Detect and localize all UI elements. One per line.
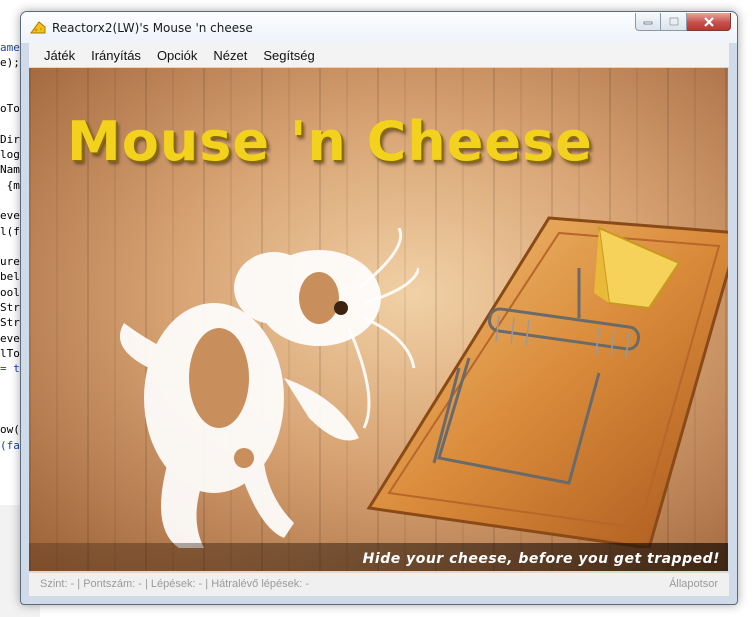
minimize-icon bbox=[643, 21, 653, 24]
menu-iranyitas[interactable]: Irányítás bbox=[83, 48, 149, 63]
tagline-banner: Hide your cheese, before you get trapped… bbox=[29, 543, 728, 571]
tagline-text: Hide your cheese, before you get trapped… bbox=[362, 551, 720, 567]
maximize-button[interactable] bbox=[661, 13, 687, 31]
game-canvas[interactable]: Mouse 'n Cheese Hide your cheese, before… bbox=[29, 68, 728, 571]
minimize-button[interactable] bbox=[635, 13, 661, 31]
app-window: Reactorx2(LW)'s Mouse 'n cheese Játék Ir… bbox=[20, 11, 738, 605]
menu-bar: Játék Irányítás Opciók Nézet Segítség bbox=[29, 43, 729, 68]
cheese-icon bbox=[30, 21, 46, 34]
status-bar: Szint: - | Pontszám: - | Lépések: - | Há… bbox=[29, 572, 729, 596]
menu-jatek[interactable]: Játék bbox=[36, 48, 83, 63]
title-bar[interactable]: Reactorx2(LW)'s Mouse 'n cheese bbox=[21, 12, 737, 43]
maximize-icon bbox=[668, 17, 679, 26]
window-title: Reactorx2(LW)'s Mouse 'n cheese bbox=[52, 21, 253, 35]
status-label: Állapotsor bbox=[669, 578, 718, 590]
game-logo: Mouse 'n Cheese bbox=[67, 110, 593, 173]
menu-segitseg[interactable]: Segítség bbox=[255, 48, 322, 63]
caption-buttons bbox=[635, 13, 731, 32]
menu-nezet[interactable]: Nézet bbox=[205, 48, 255, 63]
menu-opciok[interactable]: Opciók bbox=[149, 48, 205, 63]
close-icon bbox=[703, 16, 714, 27]
status-stats: Szint: - | Pontszám: - | Lépések: - | Há… bbox=[40, 578, 310, 590]
mousetrap-illustration bbox=[366, 216, 728, 548]
close-button[interactable] bbox=[687, 13, 731, 31]
